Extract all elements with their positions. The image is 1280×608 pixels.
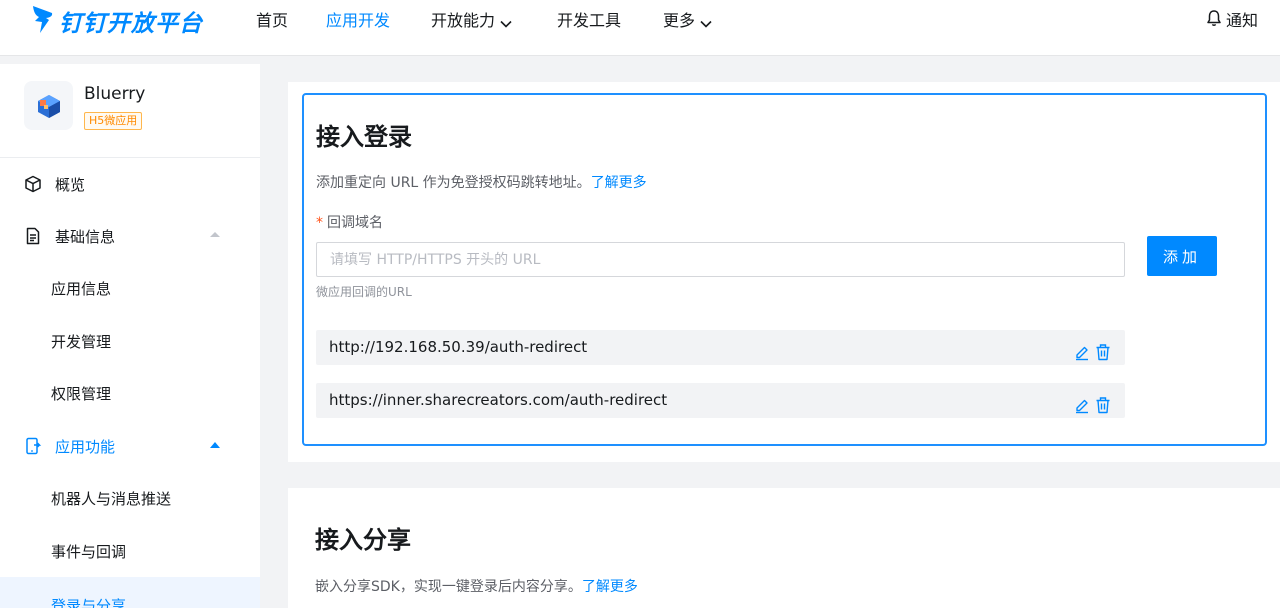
edit-icon[interactable] [1074, 392, 1090, 413]
nav-app-dev-label: 应用开发 [326, 11, 391, 30]
login-section: 接入登录 添加重定向 URL 作为免登授权码跳转地址。了解更多 *回调域名 微应… [302, 93, 1267, 446]
app-type-badge: H5微应用 [84, 112, 143, 130]
brand-logo[interactable]: 钉钉开放平台 [31, 4, 203, 38]
login-section-title: 接入登录 [316, 123, 412, 151]
chevron-down-icon [499, 14, 513, 28]
share-desc-text: 嵌入分享SDK，实现一键登录后内容分享。 [315, 579, 582, 595]
learn-more-link[interactable]: 了解更多 [591, 175, 647, 191]
sidebar-item-label: 事件与回调 [51, 542, 127, 561]
share-section-description: 嵌入分享SDK，实现一键登录后内容分享。了解更多 [315, 576, 638, 596]
caret-up-icon [210, 232, 220, 237]
sidebar-item-basic-info[interactable]: 基础信息 [0, 210, 260, 262]
sidebar-item-overview[interactable]: 概览 [0, 158, 260, 210]
sidebar-item-label: 登录与分享 [51, 597, 127, 608]
nav-home-label: 首页 [256, 11, 289, 30]
add-url-button[interactable]: 添加 [1147, 236, 1217, 276]
nav-more[interactable]: 更多 [663, 9, 713, 33]
edit-icon[interactable] [1074, 339, 1090, 360]
sidebar-item-dev-management[interactable]: 开发管理 [0, 315, 260, 367]
mobile-share-icon [24, 437, 42, 455]
sidebar-item-label: 概览 [55, 175, 86, 194]
app-avatar [24, 81, 73, 130]
sidebar-item-label: 开发管理 [51, 332, 112, 351]
share-section: 接入分享 嵌入分享SDK，实现一键登录后内容分享。了解更多 [288, 488, 1280, 608]
callback-domain-label-text: 回调域名 [327, 215, 383, 231]
sidebar-item-label: 应用功能 [55, 437, 116, 456]
nav-open-capability-label: 开放能力 [431, 11, 496, 30]
learn-more-link[interactable]: 了解更多 [582, 579, 638, 595]
nav-open-capability[interactable]: 开放能力 [431, 9, 513, 33]
nav-dev-tools[interactable]: 开发工具 [557, 9, 621, 33]
nav-more-label: 更多 [663, 11, 696, 30]
sidebar-item-permission-management[interactable]: 权限管理 [0, 367, 260, 419]
chevron-down-icon [699, 14, 713, 28]
callback-url-hint: 微应用回调的URL [316, 285, 412, 299]
share-section-title: 接入分享 [315, 526, 411, 554]
row-actions [1074, 391, 1111, 413]
brand-name: 钉钉开放平台 [59, 11, 203, 37]
redirect-url-text: https://inner.sharecreators.com/auth-red… [329, 391, 668, 409]
sidebar-item-app-info[interactable]: 应用信息 [0, 262, 260, 314]
sidebar-item-label: 基础信息 [55, 227, 116, 246]
row-actions [1074, 338, 1111, 360]
top-navigation-bar: 钉钉开放平台 首页 应用开发 开放能力 开发工具 更多 通知 [0, 0, 1280, 56]
sidebar-item-events-callbacks[interactable]: 事件与回调 [0, 525, 260, 577]
trash-icon[interactable] [1095, 339, 1111, 360]
sidebar-item-label: 权限管理 [51, 384, 112, 403]
login-desc-text: 添加重定向 URL 作为免登授权码跳转地址。 [316, 175, 591, 191]
bell-icon [1206, 9, 1222, 34]
nav-app-dev[interactable]: 应用开发 [326, 9, 390, 33]
sidebar-item-label: 应用信息 [51, 279, 112, 298]
sidebar-item-app-features[interactable]: 应用功能 [0, 420, 260, 472]
caret-up-icon [210, 442, 220, 448]
nav-home[interactable]: 首页 [256, 9, 288, 33]
callback-domain-label: * 回调域名 [316, 212, 383, 232]
redirect-url-text: http://192.168.50.39/auth-redirect [329, 338, 588, 356]
redirect-url-row: http://192.168.50.39/auth-redirect [316, 330, 1125, 365]
notifications-button[interactable]: 通知 [1206, 9, 1258, 33]
login-section-description: 添加重定向 URL 作为免登授权码跳转地址。了解更多 [316, 172, 647, 192]
required-mark: * [316, 215, 323, 231]
document-icon [24, 227, 42, 245]
sidebar-item-robot-messages[interactable]: 机器人与消息推送 [0, 472, 260, 524]
sidebar-item-label: 机器人与消息推送 [51, 489, 172, 508]
redirect-url-row: https://inner.sharecreators.com/auth-red… [316, 383, 1125, 418]
app-card: Bluerry H5微应用 [0, 64, 260, 158]
trash-icon[interactable] [1095, 392, 1111, 413]
callback-url-input[interactable] [316, 242, 1125, 277]
notifications-label: 通知 [1225, 11, 1258, 30]
app-logo-icon [37, 94, 60, 118]
sidebar-item-login-share[interactable]: 登录与分享 [0, 577, 260, 608]
app-name: Bluerry [84, 84, 146, 104]
dingtalk-wing-icon [31, 4, 55, 38]
sidebar: Bluerry H5微应用 概览 基础信息 应用信息 开发管理 权限管理 应用功… [0, 64, 260, 608]
cube-icon [24, 175, 42, 193]
nav-dev-tools-label: 开发工具 [557, 11, 622, 30]
